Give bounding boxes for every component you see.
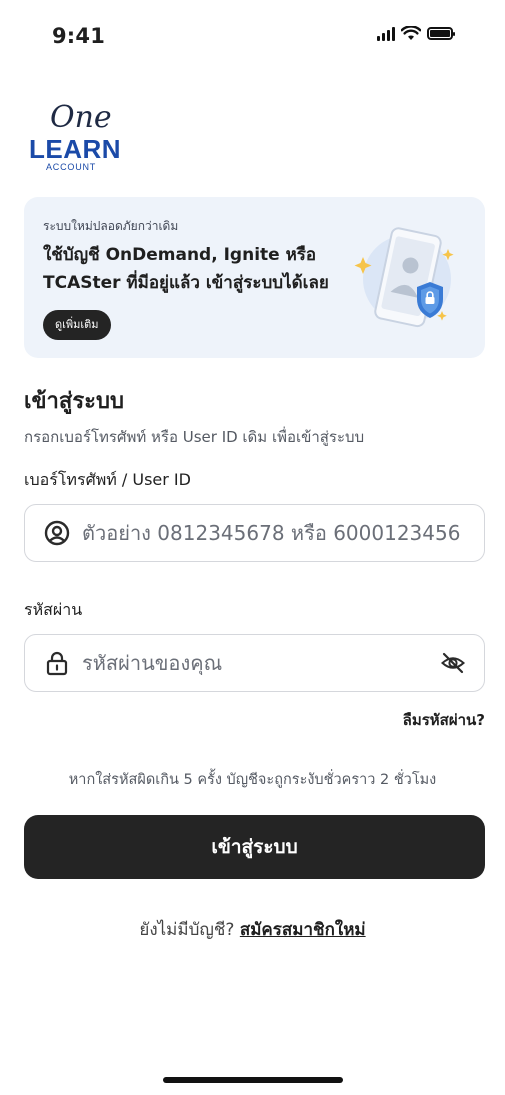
wifi-icon bbox=[401, 26, 421, 40]
promo-card: ระบบใหม่ปลอดภัยกว่าเดิม ใช้บัญชี OnDeman… bbox=[24, 197, 485, 358]
login-title: เข้าสู่ระบบ bbox=[24, 389, 124, 414]
forgot-password-link[interactable]: ลืมรหัสผ่าน? bbox=[403, 708, 485, 732]
one-learn-logo: One LEARN ACCOUNT bbox=[26, 100, 136, 180]
username-label: เบอร์โทรศัพท์ / User ID bbox=[24, 470, 191, 489]
status-bar: 9:41 bbox=[0, 0, 505, 72]
signup-prompt: ยังไม่มีบัญชี? bbox=[139, 920, 240, 940]
lockout-notice: หากใส่รหัสผิดเกิน 5 ครั้ง บัญชีจะถูกระงั… bbox=[68, 772, 437, 788]
login-button[interactable]: เข้าสู่ระบบ bbox=[24, 815, 485, 879]
signup-link[interactable]: สมัครสมาชิกใหม่ bbox=[240, 920, 366, 940]
password-field[interactable] bbox=[24, 634, 485, 692]
logo-script-text: One bbox=[50, 100, 112, 135]
login-subtitle: กรอกเบอร์โทรศัพท์ หรือ User ID เดิม เพื่… bbox=[24, 428, 365, 446]
cellular-signal-icon bbox=[377, 26, 395, 41]
home-indicator bbox=[163, 1077, 343, 1083]
status-time: 9:41 bbox=[52, 24, 106, 48]
lock-icon bbox=[44, 650, 70, 676]
username-field[interactable] bbox=[24, 504, 485, 562]
username-input[interactable] bbox=[82, 521, 484, 545]
secure-phone-illustration bbox=[354, 227, 454, 328]
eye-off-icon[interactable] bbox=[440, 650, 466, 676]
user-circle-icon bbox=[44, 520, 70, 546]
password-input[interactable] bbox=[82, 651, 440, 675]
status-icons bbox=[377, 26, 455, 41]
see-more-button[interactable]: ดูเพิ่มเติม bbox=[43, 310, 111, 340]
signup-line: ยังไม่มีบัญชี? สมัครสมาชิกใหม่ bbox=[0, 916, 505, 943]
promo-kicker: ระบบใหม่ปลอดภัยกว่าเดิม bbox=[43, 219, 179, 233]
password-label: รหัสผ่าน bbox=[24, 600, 83, 619]
battery-icon bbox=[427, 27, 455, 40]
logo-sub-text: ACCOUNT bbox=[46, 162, 97, 172]
logo-main-text: LEARN bbox=[29, 134, 122, 164]
promo-title: ใช้บัญชี OnDemand, Ignite หรือ TCASter ท… bbox=[43, 245, 329, 293]
